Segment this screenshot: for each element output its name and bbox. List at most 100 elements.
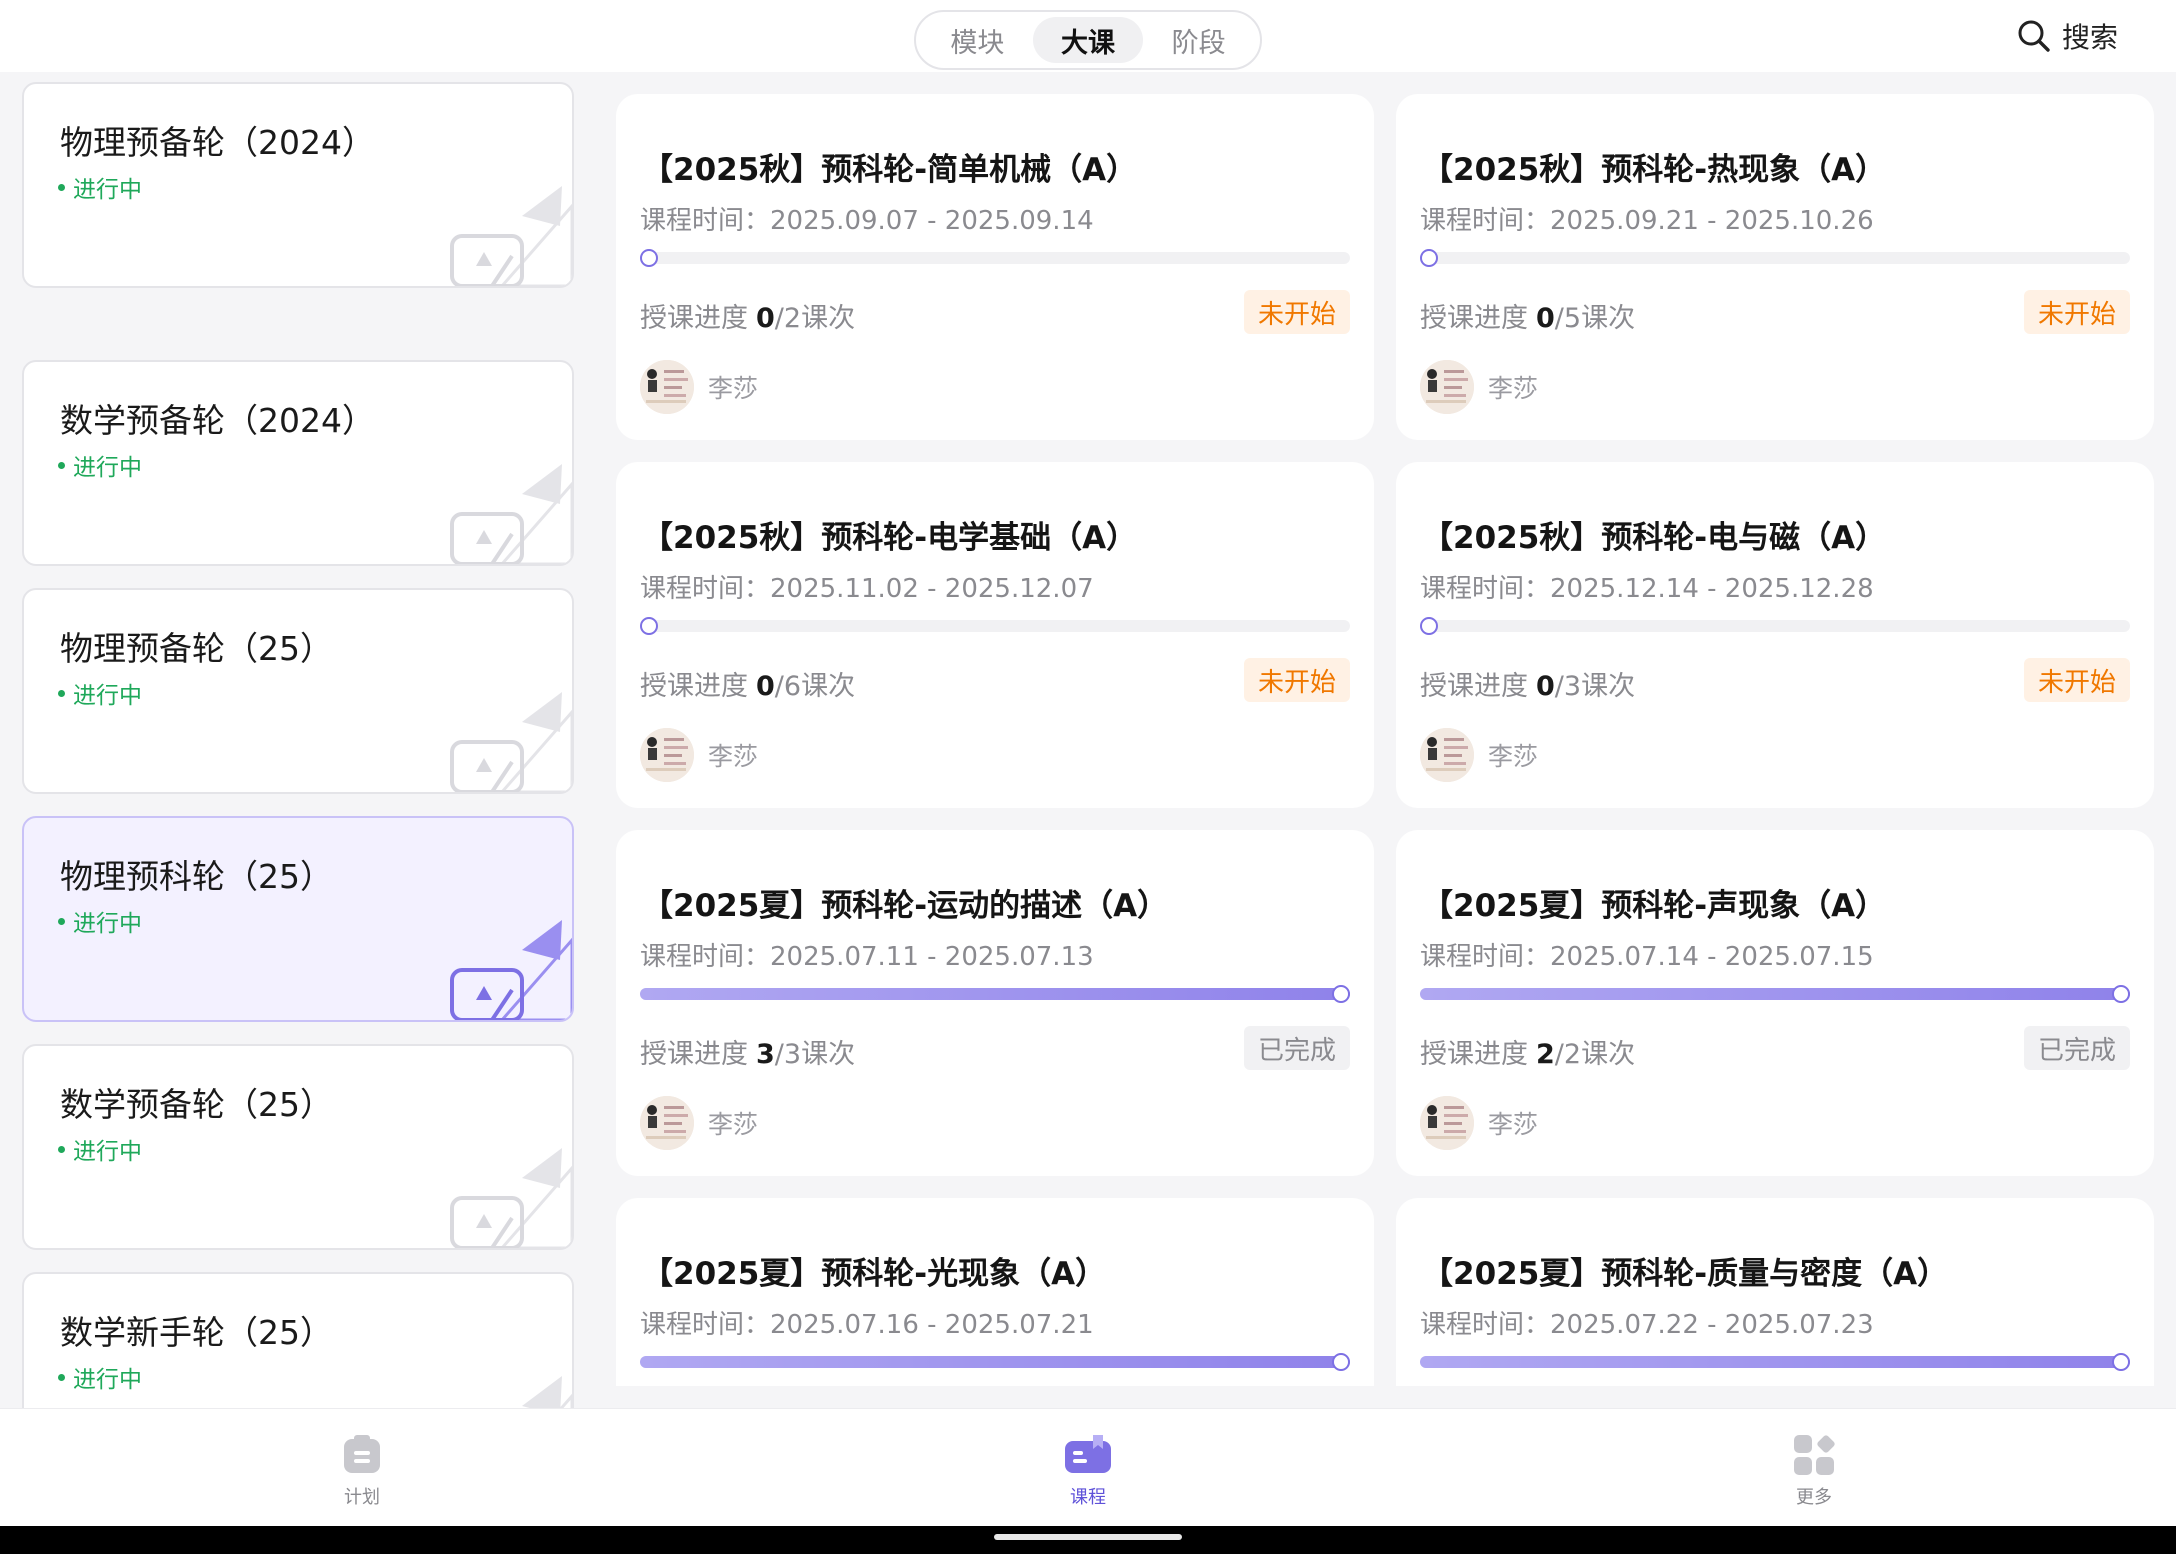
course-watermark-icon xyxy=(450,692,572,792)
avatar xyxy=(640,360,694,414)
home-indicator[interactable] xyxy=(994,1534,1182,1540)
avatar xyxy=(1420,1096,1474,1150)
series-title: 物理预科轮（25） xyxy=(60,857,333,896)
search-label: 搜索 xyxy=(2062,21,2119,54)
series-item[interactable]: 数学预备轮（2024） 进行中 xyxy=(22,360,574,566)
lesson-total: /3课次 xyxy=(774,1039,856,1070)
course-card[interactable]: 【2025秋】预科轮-热现象（A） 课程时间：2025.09.21 - 2025… xyxy=(1396,94,2154,440)
lesson-progress: 授课进度 0/2课次 xyxy=(640,296,855,335)
teacher-avatar-image xyxy=(1420,728,1474,782)
bottom-tab-more[interactable]: 更多 xyxy=(1754,1433,1874,1509)
status-badge: 未开始 xyxy=(1243,658,1350,702)
lesson-progress: 授课进度 0/5课次 xyxy=(1420,296,1635,335)
lesson-progress-label: 授课进度 xyxy=(1420,671,1528,702)
course-time-range: 2025.09.21 - 2025.10.26 xyxy=(1550,206,1874,236)
avatar xyxy=(1420,728,1474,782)
series-status-label: 进行中 xyxy=(73,683,142,709)
teacher-name: 李莎 xyxy=(708,374,759,403)
tab-stage[interactable]: 阶段 xyxy=(1143,17,1254,63)
course-time-range: 2025.07.22 - 2025.07.23 xyxy=(1550,1310,1874,1340)
more-grid-icon xyxy=(1794,1435,1835,1475)
progress-knob xyxy=(1332,1353,1350,1371)
lesson-done-count: 0 xyxy=(1536,671,1555,702)
teacher-avatar-image xyxy=(640,728,694,782)
series-status-label: 进行中 xyxy=(73,1367,142,1393)
course-time-range: 2025.07.14 - 2025.07.15 xyxy=(1550,942,1874,972)
bottom-tab-label: 课程 xyxy=(1070,1487,1106,1508)
lesson-done-count: 0 xyxy=(1536,303,1555,334)
course-card[interactable]: 【2025夏】预科轮-声现象（A） 课程时间：2025.07.14 - 2025… xyxy=(1396,830,2154,1176)
avatar xyxy=(1420,360,1474,414)
teacher-info: 李莎 xyxy=(640,728,758,782)
course-title: 【2025秋】预科轮-简单机械（A） xyxy=(642,152,1138,188)
course-card[interactable]: 【2025夏】预科轮-质量与密度（A） 课程时间：2025.07.22 - 20… xyxy=(1396,1198,2154,1386)
status-badge: 未开始 xyxy=(1243,290,1350,334)
tab-lecture[interactable]: 大课 xyxy=(1032,17,1144,63)
lesson-total: /5课次 xyxy=(1554,303,1636,334)
series-status: 进行中 xyxy=(58,676,142,710)
course-card[interactable]: 【2025夏】预科轮-运动的描述（A） 课程时间：2025.07.11 - 20… xyxy=(616,830,1374,1176)
course-card[interactable]: 【2025秋】预科轮-电学基础（A） 课程时间：2025.11.02 - 202… xyxy=(616,462,1374,808)
lesson-progress-label: 授课进度 xyxy=(1420,1039,1528,1070)
course-title: 【2025夏】预科轮-质量与密度（A） xyxy=(1422,1256,1949,1292)
progress-knob xyxy=(2112,985,2130,1003)
series-item[interactable]: 物理预科轮（25） 进行中 xyxy=(22,816,574,1022)
bottom-tab-label: 计划 xyxy=(344,1487,380,1508)
status-badge: 已完成 xyxy=(2023,1026,2130,1070)
series-item[interactable]: 物理预备轮（25） 进行中 xyxy=(22,588,574,794)
bottom-tab-course[interactable]: 课程 xyxy=(1028,1433,1148,1509)
top-bar: 模块 大课 阶段 搜索 xyxy=(0,0,2176,72)
progress-fill xyxy=(1420,988,2130,1000)
course-time-label: 课程时间： xyxy=(640,1310,771,1340)
search-icon xyxy=(2018,20,2050,52)
series-status: 进行中 xyxy=(58,1132,142,1166)
lesson-done-count: 2 xyxy=(1536,1039,1555,1070)
course-title: 【2025秋】预科轮-电与磁（A） xyxy=(1422,520,1887,556)
course-time: 课程时间：2025.07.11 - 2025.07.13 xyxy=(640,936,1094,973)
progress-knob xyxy=(640,617,658,635)
lesson-progress: 授课进度 0/3课次 xyxy=(1420,664,1635,703)
lesson-total: /2课次 xyxy=(1554,1039,1636,1070)
status-dot xyxy=(58,1373,65,1381)
teacher-name: 李莎 xyxy=(708,1110,759,1139)
progress-track xyxy=(1420,617,2130,635)
lesson-done-count: 0 xyxy=(756,671,775,702)
series-item[interactable]: 物理预备轮（2024） 进行中 xyxy=(22,82,574,288)
progress-fill xyxy=(1420,1356,2130,1368)
status-dot xyxy=(58,917,65,925)
teacher-avatar-image xyxy=(640,1096,694,1150)
bottom-tab-plan[interactable]: 计划 xyxy=(302,1433,422,1509)
course-watermark-icon xyxy=(450,920,572,1020)
teacher-avatar-image xyxy=(640,360,694,414)
course-title: 【2025夏】预科轮-运动的描述（A） xyxy=(642,888,1169,924)
course-series-list[interactable]: 物理预备轮（2024） 进行中 数学预备轮（2024） 进行中 物理预备轮（25… xyxy=(0,72,594,1408)
progress-knob xyxy=(2112,1353,2130,1371)
course-card[interactable]: 【2025秋】预科轮-简单机械（A） 课程时间：2025.09.07 - 202… xyxy=(616,94,1374,440)
course-grid[interactable]: 【2025秋】预科轮-简单机械（A） 课程时间：2025.09.07 - 202… xyxy=(594,72,2176,1386)
series-item[interactable]: 数学预备轮（25） 进行中 xyxy=(22,1044,574,1250)
progress-track xyxy=(640,617,1350,635)
course-title: 【2025秋】预科轮-热现象（A） xyxy=(1422,152,1887,188)
course-card[interactable]: 【2025夏】预科轮-光现象（A） 课程时间：2025.07.16 - 2025… xyxy=(616,1198,1374,1386)
teacher-info: 李莎 xyxy=(1420,360,1538,414)
search-button[interactable]: 搜索 xyxy=(2016,14,2118,58)
avatar xyxy=(640,728,694,782)
series-item[interactable]: 数学新手轮（25） 进行中 xyxy=(22,1272,574,1408)
course-card[interactable]: 【2025秋】预科轮-电与磁（A） 课程时间：2025.12.14 - 2025… xyxy=(1396,462,2154,808)
status-dot xyxy=(58,689,65,697)
lesson-done-count: 3 xyxy=(756,1039,775,1070)
course-time-label: 课程时间： xyxy=(640,206,771,236)
progress-fill xyxy=(640,988,1350,1000)
course-time: 课程时间：2025.11.02 - 2025.12.07 xyxy=(640,568,1094,605)
progress-track xyxy=(1420,985,2130,1003)
series-status-label: 进行中 xyxy=(73,455,142,481)
course-title: 【2025夏】预科轮-光现象（A） xyxy=(642,1256,1107,1292)
lesson-total: /3课次 xyxy=(1554,671,1636,702)
series-status: 进行中 xyxy=(58,170,142,204)
lesson-progress-label: 授课进度 xyxy=(640,671,748,702)
lesson-total: /2课次 xyxy=(774,303,856,334)
series-status: 进行中 xyxy=(58,448,142,482)
course-time-label: 课程时间： xyxy=(1420,206,1551,236)
tab-module[interactable]: 模块 xyxy=(922,17,1033,63)
progress-knob xyxy=(1332,985,1350,1003)
